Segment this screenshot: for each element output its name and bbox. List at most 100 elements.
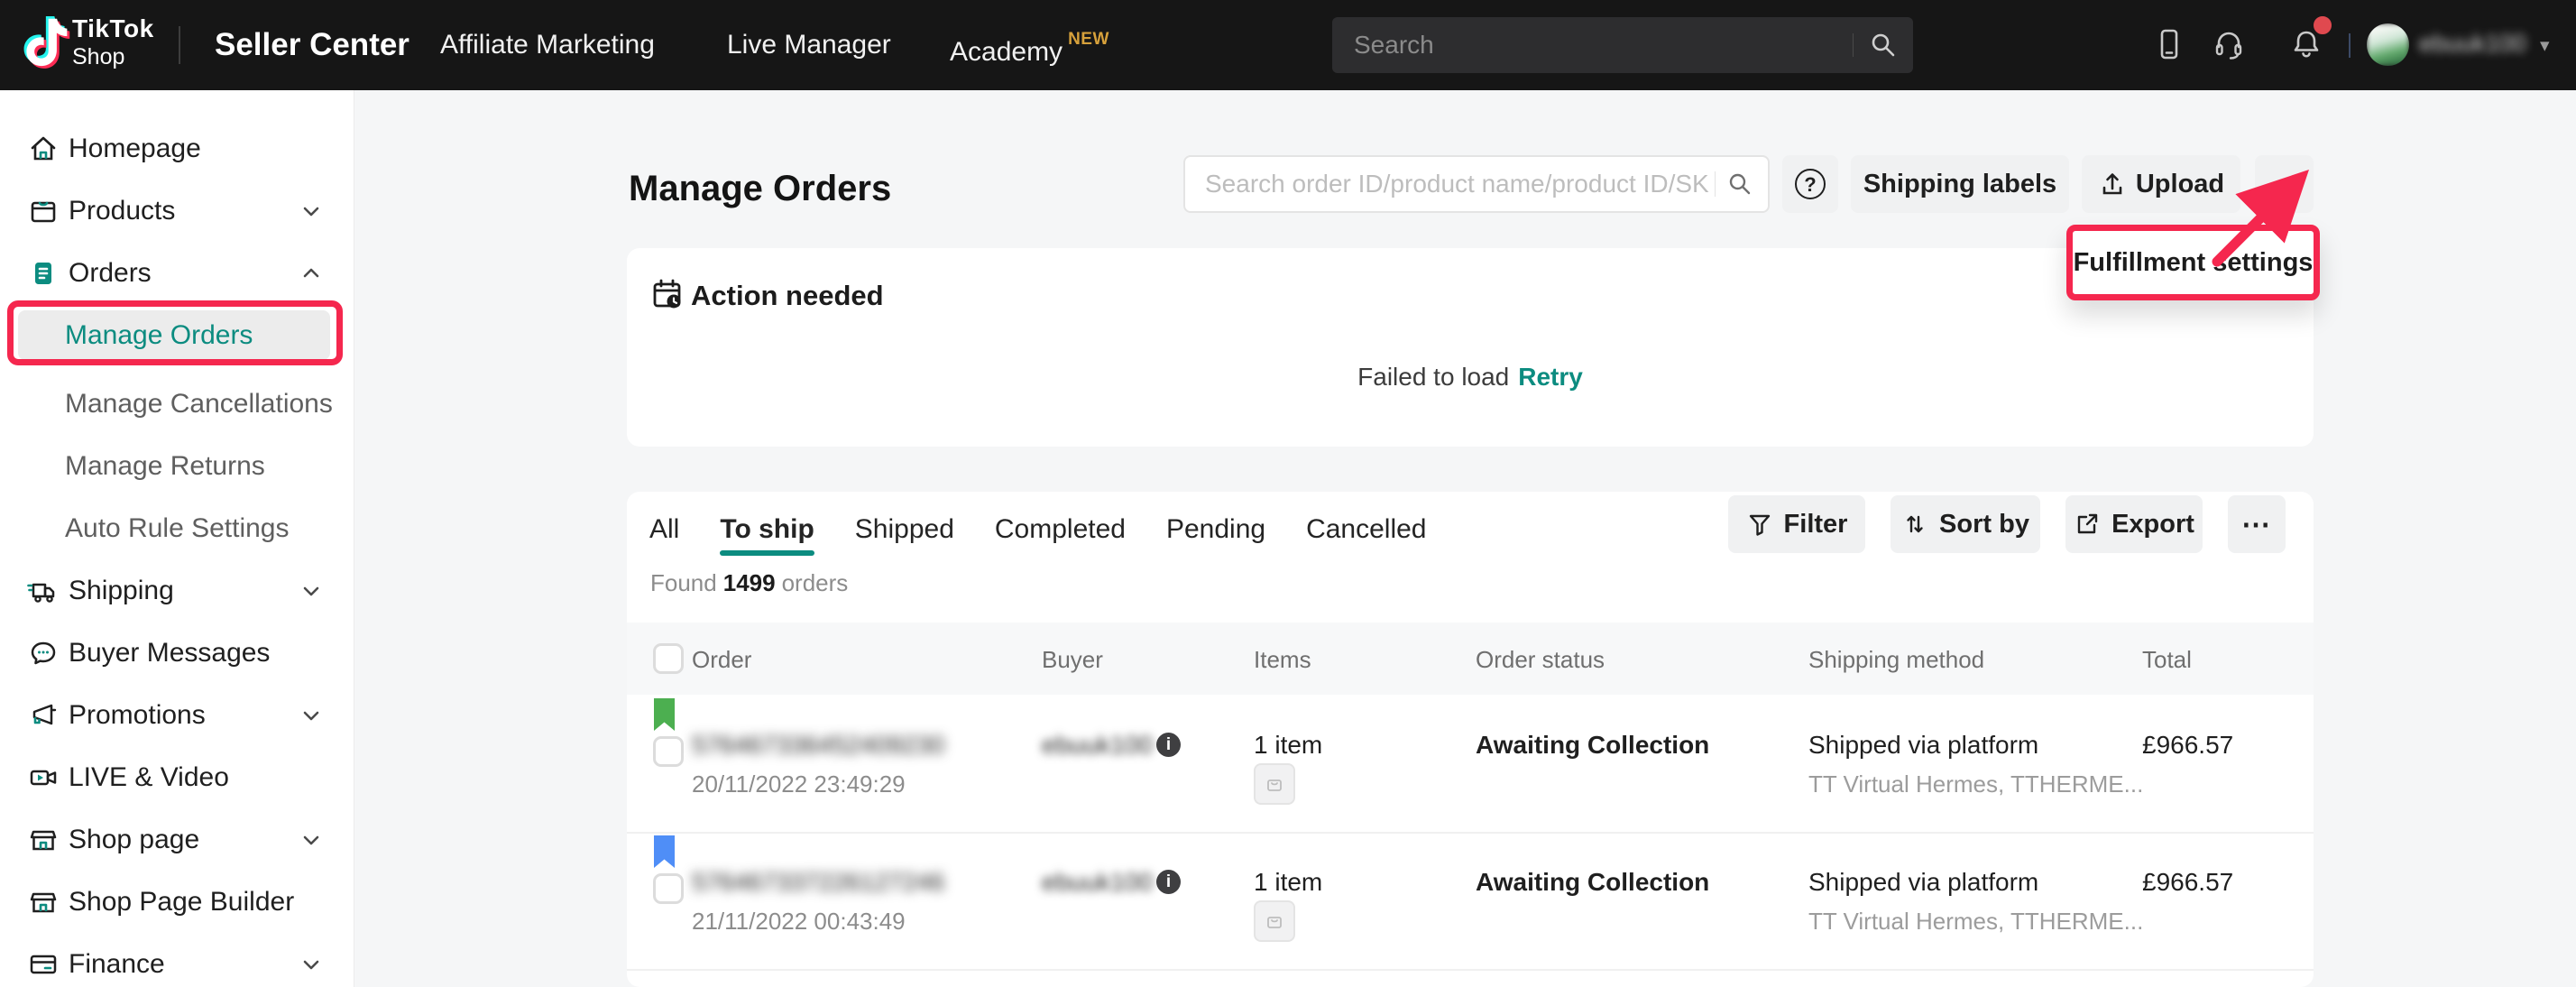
tab-completed[interactable]: Completed bbox=[995, 514, 1126, 545]
action-needed-card bbox=[627, 248, 2314, 447]
username[interactable]: ebuuk100 bbox=[2419, 30, 2526, 58]
bag-icon bbox=[1265, 774, 1284, 794]
sidebar-item-homepage[interactable]: Homepage bbox=[0, 117, 354, 180]
truck-icon bbox=[27, 575, 60, 607]
annotation-arrow bbox=[2183, 168, 2336, 281]
retry-link[interactable]: Retry bbox=[1518, 363, 1583, 391]
shipping-labels-button[interactable]: Shipping labels bbox=[1851, 155, 2069, 213]
bookmark-icon-green bbox=[654, 698, 675, 731]
sidebar-item-manage-returns[interactable]: Manage Returns bbox=[0, 435, 354, 497]
chevron-down-icon[interactable]: ▾ bbox=[2540, 34, 2550, 57]
sidebar-item-buyer-messages[interactable]: Buyer Messages bbox=[0, 622, 354, 684]
more-table-actions-button[interactable]: ⋯ bbox=[2228, 495, 2286, 553]
sidebar-item-auto-rule-settings[interactable]: Auto Rule Settings bbox=[0, 497, 354, 559]
item-thumbnail[interactable] bbox=[1254, 763, 1295, 805]
col-order: Order bbox=[692, 646, 751, 674]
buyer-name[interactable]: ebuuk100 bbox=[1042, 731, 1153, 760]
nav-affiliate-marketing[interactable]: Affiliate Marketing bbox=[440, 30, 655, 60]
tab-to-ship[interactable]: To ship bbox=[720, 514, 814, 545]
order-id[interactable]: 576467336452409230 bbox=[692, 731, 944, 760]
sidebar-item-shop-page-builder[interactable]: Shop Page Builder bbox=[0, 871, 354, 933]
mobile-app-icon[interactable] bbox=[2152, 27, 2186, 61]
export-icon bbox=[2074, 511, 2101, 538]
sidebar-item-shop-page[interactable]: Shop page bbox=[0, 808, 354, 871]
nav-academy-label: Academy bbox=[950, 37, 1063, 67]
storefront-builder-icon bbox=[27, 886, 60, 918]
chevron-down-icon bbox=[299, 828, 323, 852]
col-total: Total bbox=[2142, 646, 2192, 674]
page: TikTok Shop Seller Center Affiliate Mark… bbox=[0, 0, 2576, 987]
order-status: Awaiting Collection bbox=[1476, 868, 1709, 897]
storefront-icon bbox=[27, 824, 60, 856]
order-count: 1499 bbox=[723, 569, 776, 596]
col-order-status: Order status bbox=[1476, 646, 1605, 674]
sidebar: Homepage Products Orders Manage Orders M… bbox=[0, 90, 354, 987]
sidebar-item-finance[interactable]: Finance bbox=[0, 933, 354, 987]
shipping-method: Shipped via platform bbox=[1808, 731, 2038, 760]
topbar-divider-2 bbox=[2349, 33, 2351, 58]
nav-academy[interactable]: Academy NEW bbox=[950, 30, 1109, 68]
products-icon bbox=[27, 195, 60, 227]
chevron-down-icon bbox=[299, 953, 323, 976]
avatar[interactable] bbox=[2367, 23, 2409, 66]
shipping-method: Shipped via platform bbox=[1808, 868, 2038, 897]
export-button[interactable]: Export bbox=[2065, 495, 2203, 553]
page-title: Manage Orders bbox=[629, 169, 891, 209]
new-badge: NEW bbox=[1068, 30, 1109, 49]
home-icon bbox=[27, 133, 60, 165]
table-row: 576467336452409230 20/11/2022 23:49:29 e… bbox=[627, 695, 2314, 834]
sort-icon bbox=[1901, 511, 1928, 538]
chevron-up-icon bbox=[299, 262, 323, 285]
seller-center-title: Seller Center bbox=[215, 27, 409, 63]
order-total: £966.57 bbox=[2142, 731, 2233, 760]
sidebar-item-products[interactable]: Products bbox=[0, 180, 354, 242]
bookmark-icon-blue bbox=[654, 835, 675, 868]
global-search-input[interactable] bbox=[1332, 31, 1853, 60]
notification-badge bbox=[2311, 14, 2334, 37]
tab-cancelled[interactable]: Cancelled bbox=[1306, 514, 1426, 545]
avatar-image bbox=[2367, 23, 2409, 66]
upload-icon bbox=[2098, 170, 2127, 198]
order-search bbox=[1183, 155, 1770, 213]
sidebar-item-shipping[interactable]: Shipping bbox=[0, 559, 354, 622]
sidebar-item-manage-orders[interactable]: Manage Orders bbox=[0, 310, 354, 373]
search-icon[interactable] bbox=[1726, 171, 1753, 198]
order-id[interactable]: 576467337226127246 bbox=[692, 868, 944, 897]
chevron-down-icon bbox=[299, 579, 323, 603]
sort-by-button[interactable]: Sort by bbox=[1891, 495, 2040, 553]
error-text: Failed to load bbox=[1357, 363, 1509, 391]
item-thumbnail[interactable] bbox=[1254, 900, 1295, 942]
buyer-name[interactable]: ebuuk100 bbox=[1042, 868, 1153, 897]
filter-button[interactable]: Filter bbox=[1728, 495, 1865, 553]
tab-pending[interactable]: Pending bbox=[1166, 514, 1265, 545]
load-error: Failed to load Retry bbox=[627, 363, 2314, 392]
col-buyer: Buyer bbox=[1042, 646, 1103, 674]
help-button[interactable]: ? bbox=[1782, 155, 1838, 213]
info-icon[interactable]: i bbox=[1156, 733, 1181, 757]
filter-icon bbox=[1746, 511, 1773, 538]
table-row: 576467337226127246 21/11/2022 00:43:49 e… bbox=[627, 832, 2314, 971]
nav-live-manager[interactable]: Live Manager bbox=[727, 30, 891, 60]
items-count: 1 item bbox=[1254, 868, 1322, 897]
question-mark-icon: ? bbox=[1795, 169, 1826, 199]
select-all-checkbox[interactable] bbox=[653, 643, 684, 674]
order-search-input[interactable] bbox=[1185, 169, 1711, 199]
support-headset-icon[interactable] bbox=[2212, 27, 2246, 61]
sidebar-item-promotions[interactable]: Promotions bbox=[0, 684, 354, 746]
sidebar-item-manage-cancellations[interactable]: Manage Cancellations bbox=[0, 373, 354, 435]
credit-card-icon bbox=[27, 948, 60, 981]
col-shipping-method: Shipping method bbox=[1808, 646, 1984, 674]
tab-shipped[interactable]: Shipped bbox=[855, 514, 954, 545]
bag-icon bbox=[1265, 911, 1284, 931]
brand-wordmark: TikTok Shop bbox=[72, 16, 154, 69]
sidebar-item-orders[interactable]: Orders bbox=[0, 242, 354, 304]
info-icon[interactable]: i bbox=[1156, 870, 1181, 894]
topbar-divider bbox=[179, 26, 180, 64]
order-search-divider bbox=[1715, 171, 1716, 197]
tab-all[interactable]: All bbox=[649, 514, 679, 545]
search-icon[interactable] bbox=[1868, 30, 1899, 60]
calendar-clock-icon bbox=[649, 276, 685, 312]
sidebar-item-live-video[interactable]: LIVE & Video bbox=[0, 746, 354, 808]
row-checkbox[interactable] bbox=[653, 736, 684, 767]
row-checkbox[interactable] bbox=[653, 873, 684, 904]
